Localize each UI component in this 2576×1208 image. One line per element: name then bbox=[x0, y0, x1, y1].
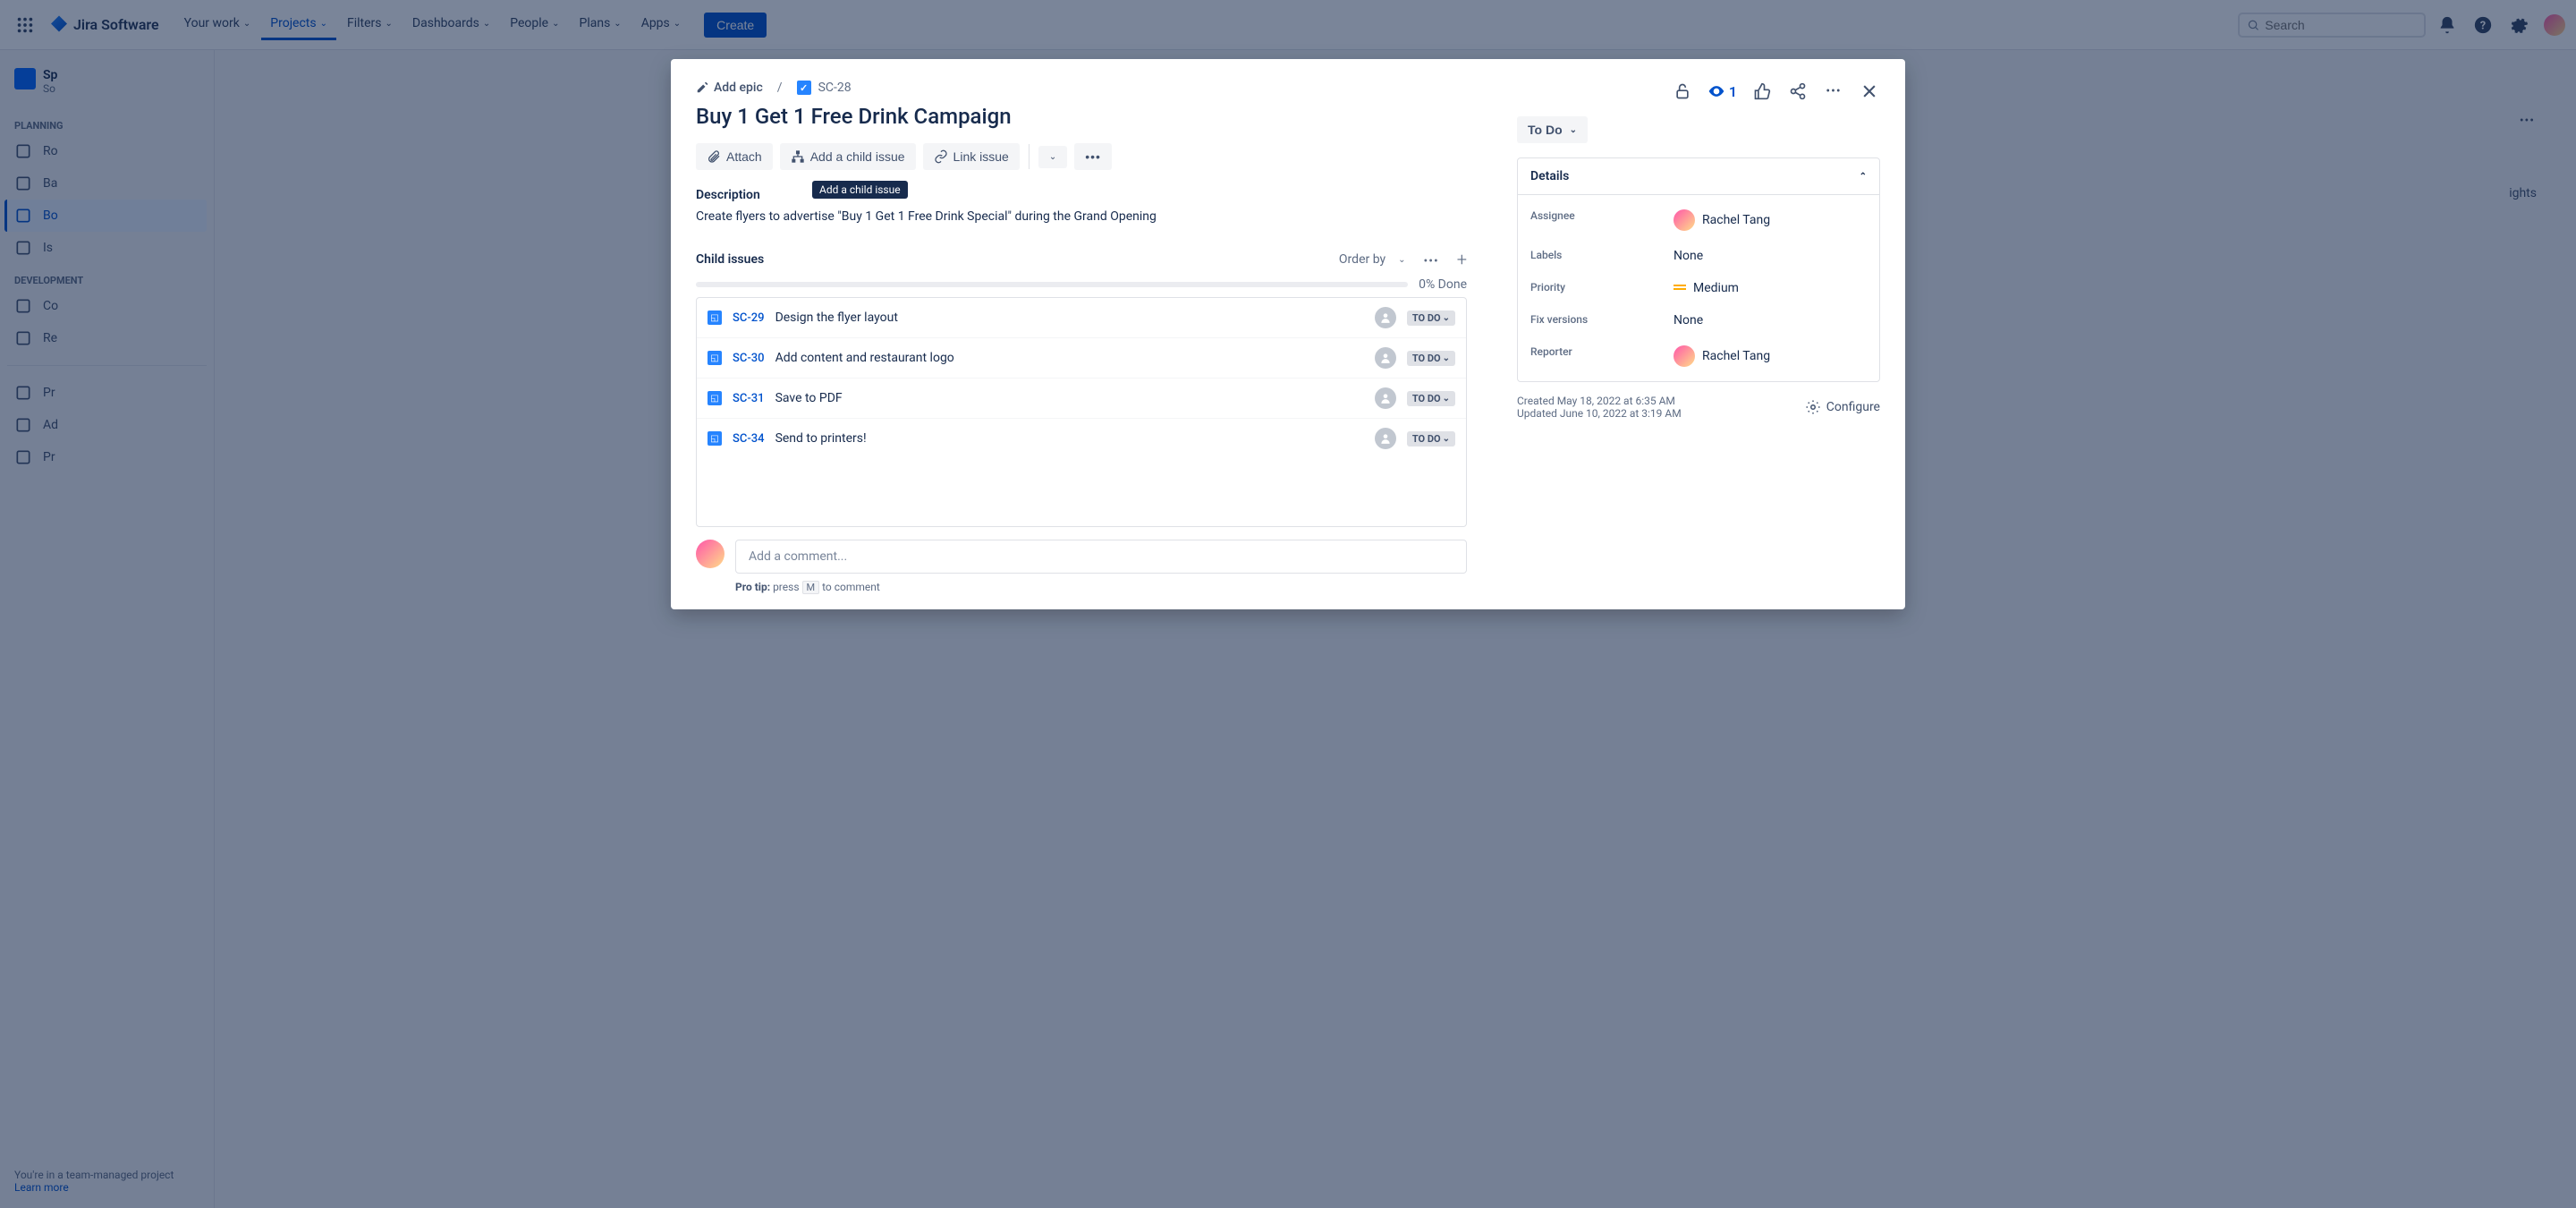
labels-label: Labels bbox=[1530, 249, 1674, 263]
close-icon[interactable] bbox=[1859, 81, 1880, 102]
child-assignee-avatar[interactable] bbox=[1375, 387, 1396, 409]
progress-label: 0% Done bbox=[1419, 277, 1467, 292]
issue-actions: Attach Add a child issue Link issue ⌄ Ad… bbox=[696, 143, 1467, 170]
fix-versions-value[interactable]: None bbox=[1674, 313, 1867, 328]
reporter-avatar bbox=[1674, 345, 1695, 367]
modal-left: Add epic / SC-28 Buy 1 Get 1 Free Drink … bbox=[671, 59, 1492, 609]
watch-button[interactable]: 1 bbox=[1707, 82, 1737, 100]
share-icon[interactable] bbox=[1787, 81, 1809, 102]
child-issue-key[interactable]: SC-34 bbox=[733, 432, 765, 446]
subtask-icon bbox=[708, 431, 722, 446]
child-issues-label: Child issues bbox=[696, 252, 764, 267]
child-issues-more-icon[interactable] bbox=[1424, 251, 1439, 268]
child-issue-key[interactable]: SC-31 bbox=[733, 392, 765, 405]
fix-versions-label: Fix versions bbox=[1530, 313, 1674, 328]
watch-count: 1 bbox=[1729, 83, 1737, 100]
comment-input[interactable]: Add a comment... bbox=[735, 540, 1467, 574]
child-issue-row[interactable]: SC-30 Add content and restaurant logo TO D… bbox=[697, 338, 1466, 379]
assignee-value[interactable]: Rachel Tang bbox=[1674, 209, 1867, 231]
order-by-button[interactable]: Order by ⌄ bbox=[1339, 252, 1406, 267]
pro-tip: Pro tip: press M to comment bbox=[735, 581, 1467, 593]
assignee-avatar bbox=[1674, 209, 1695, 231]
add-epic-button[interactable]: Add epic bbox=[696, 81, 763, 95]
subtask-icon bbox=[708, 391, 722, 405]
priority-label: Priority bbox=[1530, 281, 1674, 295]
modal-backdrop: 1 Add epic / SC-28 Buy 1 Get 1 Free Drin… bbox=[0, 0, 2576, 1208]
child-issue-row[interactable]: SC-34 Send to printers! TO DO ⌄ bbox=[697, 419, 1466, 458]
attach-button[interactable]: Attach bbox=[696, 143, 773, 170]
child-issue-row[interactable]: SC-29 Design the flyer layout TO DO ⌄ bbox=[697, 298, 1466, 338]
child-status-dropdown[interactable]: TO DO ⌄ bbox=[1407, 431, 1455, 447]
child-issues-list: SC-29Design the flyer layoutTO DO ⌄SC-30… bbox=[696, 297, 1467, 527]
assignee-label: Assignee bbox=[1530, 209, 1674, 231]
add-child-tooltip: Add a child issue bbox=[812, 181, 908, 199]
child-status-dropdown[interactable]: TO DO ⌄ bbox=[1407, 351, 1455, 366]
progress-bar bbox=[696, 282, 1408, 287]
reporter-label: Reporter bbox=[1530, 345, 1674, 367]
child-issue-summary[interactable]: Design the flyer layout bbox=[775, 311, 1364, 325]
modal-top-actions: 1 bbox=[1672, 81, 1880, 102]
subtask-icon bbox=[708, 311, 722, 325]
unlock-icon[interactable] bbox=[1672, 81, 1693, 102]
details-panel: Details ⌃ Assignee Rachel Tang Labels No… bbox=[1517, 157, 1880, 382]
child-assignee-avatar[interactable] bbox=[1375, 428, 1396, 449]
like-icon[interactable] bbox=[1751, 81, 1773, 102]
add-child-plus-icon[interactable] bbox=[1457, 249, 1467, 270]
child-assignee-avatar[interactable] bbox=[1375, 307, 1396, 328]
breadcrumb: Add epic / SC-28 bbox=[696, 81, 1467, 95]
add-child-issue-button[interactable]: Add a child issue bbox=[780, 143, 916, 170]
child-issue-summary[interactable]: Send to printers! bbox=[775, 431, 1364, 446]
issue-title[interactable]: Buy 1 Get 1 Free Drink Campaign bbox=[696, 104, 1467, 129]
child-status-dropdown[interactable]: TO DO ⌄ bbox=[1407, 311, 1455, 326]
issue-key-breadcrumb[interactable]: SC-28 bbox=[797, 81, 852, 95]
created-date: Created May 18, 2022 at 6:35 AM bbox=[1517, 395, 1682, 407]
description-text[interactable]: Create flyers to advertise "Buy 1 Get 1 … bbox=[696, 209, 1467, 224]
reporter-value[interactable]: Rachel Tang bbox=[1674, 345, 1867, 367]
priority-value[interactable]: Medium bbox=[1674, 281, 1867, 295]
child-issue-summary[interactable]: Add content and restaurant logo bbox=[775, 351, 1364, 365]
modal-right: To Do ⌄ Details ⌃ Assignee Rachel Tang L… bbox=[1492, 59, 1905, 609]
child-status-dropdown[interactable]: TO DO ⌄ bbox=[1407, 391, 1455, 406]
status-dropdown[interactable]: To Do ⌄ bbox=[1517, 116, 1588, 143]
child-assignee-avatar[interactable] bbox=[1375, 347, 1396, 369]
link-issue-button[interactable]: Link issue bbox=[923, 143, 1020, 170]
updated-date: Updated June 10, 2022 at 3:19 AM bbox=[1517, 407, 1682, 420]
link-dropdown-button[interactable]: ⌄ bbox=[1038, 146, 1067, 168]
issue-modal: 1 Add epic / SC-28 Buy 1 Get 1 Free Drin… bbox=[671, 59, 1905, 609]
more-actions-icon[interactable] bbox=[1823, 81, 1844, 102]
more-issue-actions-button[interactable] bbox=[1074, 143, 1112, 170]
child-issue-row[interactable]: SC-31 Save to PDF TO DO ⌄ bbox=[697, 379, 1466, 419]
priority-medium-icon bbox=[1674, 285, 1686, 292]
details-toggle[interactable]: Details ⌃ bbox=[1518, 158, 1879, 195]
subtask-icon bbox=[708, 351, 722, 365]
comment-avatar bbox=[696, 540, 724, 568]
child-issue-summary[interactable]: Save to PDF bbox=[775, 391, 1364, 405]
task-type-icon bbox=[797, 81, 811, 95]
child-issue-key[interactable]: SC-30 bbox=[733, 352, 765, 365]
labels-value[interactable]: None bbox=[1674, 249, 1867, 263]
child-issue-key[interactable]: SC-29 bbox=[733, 311, 765, 325]
configure-button[interactable]: Configure bbox=[1805, 395, 1880, 420]
